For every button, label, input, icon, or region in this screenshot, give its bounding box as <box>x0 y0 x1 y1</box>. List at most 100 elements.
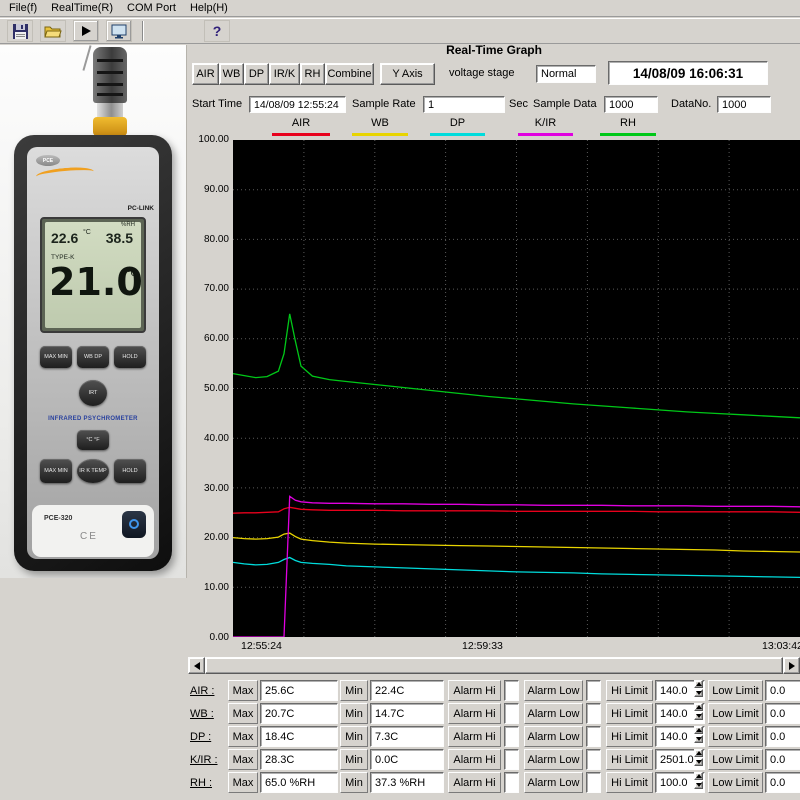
spin-up-icon[interactable] <box>694 749 703 757</box>
channel-label: K/IR : <box>190 749 230 770</box>
legend-label: DP <box>450 117 465 129</box>
legend-air: AIR <box>272 117 330 136</box>
scroll-left-icon <box>194 662 200 670</box>
channel-button-wb[interactable]: WB <box>219 63 244 85</box>
model-label: PCE-320 <box>44 515 72 522</box>
channel-button-rh[interactable]: RH <box>300 63 325 85</box>
voltage-stage-label: voltage stage <box>449 67 514 79</box>
low-limit-input[interactable]: 0.0 <box>765 726 800 747</box>
hi-limit-spinner[interactable] <box>694 749 703 770</box>
alarm-hi-label: Alarm Hi <box>448 726 501 747</box>
table-row-dp: DP : Max 18.4C Min 7.3C Alarm Hi Alarm L… <box>188 726 800 747</box>
menu-help[interactable]: Help(H) <box>184 1 236 16</box>
spin-up-icon[interactable] <box>694 680 703 688</box>
page-title: Real-Time Graph <box>188 43 800 57</box>
probe-collar <box>93 117 127 136</box>
spin-down-icon[interactable] <box>694 689 703 697</box>
start-button[interactable] <box>73 20 99 42</box>
alarm-low-label: Alarm Low <box>524 749 583 770</box>
min-value: 0.0C <box>370 749 444 770</box>
hi-limit-label: Hi Limit <box>606 703 653 724</box>
max-label: Max <box>228 703 258 724</box>
y-axis-button[interactable]: Y Axis <box>380 63 435 85</box>
max-min-key[interactable]: MAX MIN <box>40 346 72 368</box>
max-value: 25.6C <box>260 680 338 701</box>
channel-button-air[interactable]: AIR <box>192 63 219 85</box>
table-row-kir: K/IR : Max 28.3C Min 0.0C Alarm Hi Alarm… <box>188 749 800 770</box>
menu-com-port[interactable]: COM Port <box>121 1 184 16</box>
irt-key[interactable]: IRT <box>79 380 107 406</box>
low-limit-input[interactable]: 0.0 <box>765 772 800 793</box>
wb-dp-key[interactable]: WB DP <box>77 346 109 368</box>
lcd-screen: 22.6 °C 38.5 %RH TYPE-K 21.0 °C <box>45 222 141 328</box>
max-value: 20.7C <box>260 703 338 724</box>
channel-button-combine[interactable]: Combine <box>325 63 374 85</box>
alarm-hi-indicator <box>504 680 519 701</box>
alarm-hi-label: Alarm Hi <box>448 749 501 770</box>
hold-key[interactable]: HOLD <box>114 346 146 368</box>
legend-rh: RH <box>600 117 656 136</box>
spin-down-icon[interactable] <box>694 758 703 766</box>
min-value: 14.7C <box>370 703 444 724</box>
spin-down-icon[interactable] <box>694 712 703 720</box>
spin-down-icon[interactable] <box>694 781 703 789</box>
spin-up-icon[interactable] <box>694 726 703 734</box>
menu-realtime[interactable]: RealTime(R) <box>45 1 121 16</box>
channel-button-irk[interactable]: IR/K <box>269 63 300 85</box>
table-row-wb: WB : Max 20.7C Min 14.7C Alarm Hi Alarm … <box>188 703 800 724</box>
probe-pin <box>82 45 91 71</box>
sample-rate-unit: Sec <box>509 98 528 110</box>
brand-logo: PCE <box>36 155 60 166</box>
legend-label: AIR <box>292 117 310 129</box>
start-time-value: 14/08/09 12:55:24 <box>249 96 346 113</box>
monitor-button[interactable] <box>106 20 132 42</box>
hi-limit-spinner[interactable] <box>694 680 703 701</box>
scroll-left-button[interactable] <box>188 657 205 674</box>
open-button[interactable] <box>40 20 66 42</box>
max-label: Max <box>228 726 258 747</box>
alarm-hi-label: Alarm Hi <box>448 703 501 724</box>
ir-k-temp-key[interactable]: IR K TEMP <box>77 459 109 483</box>
voltage-stage-value[interactable]: Normal <box>536 65 596 83</box>
min-value: 37.3 %RH <box>370 772 444 793</box>
toolbar: ? <box>0 18 800 44</box>
menu-file[interactable]: File(f) <box>3 1 45 16</box>
low-limit-label: Low Limit <box>708 772 763 793</box>
min-label: Min <box>340 726 368 747</box>
legend-color-bar <box>518 133 573 136</box>
horizontal-scrollbar[interactable] <box>188 657 800 674</box>
spin-up-icon[interactable] <box>694 703 703 711</box>
sample-rate-input[interactable]: 1 <box>423 96 505 113</box>
scrollbar-thumb[interactable] <box>205 657 783 674</box>
power-icon <box>129 519 139 529</box>
hi-limit-spinner[interactable] <box>694 772 703 793</box>
legend-color-bar <box>272 133 330 136</box>
alarm-hi-label: Alarm Hi <box>448 680 501 701</box>
min-label: Min <box>340 749 368 770</box>
legend-color-bar <box>600 133 656 136</box>
low-limit-input[interactable]: 0.0 <box>765 703 800 724</box>
spin-up-icon[interactable] <box>694 772 703 780</box>
max-min-2-key[interactable]: MAX MIN <box>40 459 72 483</box>
lcd-main-value: 21.0 <box>49 260 143 304</box>
y-axis-labels: 100.0090.00 80.0070.00 60.0050.00 40.003… <box>184 134 229 643</box>
hi-limit-label: Hi Limit <box>606 749 653 770</box>
alarm-low-label: Alarm Low <box>524 703 583 724</box>
power-button[interactable] <box>122 511 146 538</box>
channel-label: DP : <box>190 726 230 747</box>
scroll-right-button[interactable] <box>783 657 800 674</box>
hi-limit-spinner[interactable] <box>694 703 703 724</box>
low-limit-input[interactable]: 0.0 <box>765 680 800 701</box>
data-no-value: 1000 <box>717 96 771 113</box>
table-row-air: AIR : Max 25.6C Min 22.4C Alarm Hi Alarm… <box>188 680 800 701</box>
channel-button-dp[interactable]: DP <box>244 63 269 85</box>
help-button[interactable]: ? <box>204 20 230 42</box>
hi-limit-spinner[interactable] <box>694 726 703 747</box>
alarm-hi-indicator <box>504 726 519 747</box>
hold-2-key[interactable]: HOLD <box>114 459 146 483</box>
save-button[interactable] <box>7 20 33 42</box>
low-limit-input[interactable]: 0.0 <box>765 749 800 770</box>
spin-down-icon[interactable] <box>694 735 703 743</box>
max-label: Max <box>228 749 258 770</box>
cf-key[interactable]: °C °F <box>77 430 109 450</box>
